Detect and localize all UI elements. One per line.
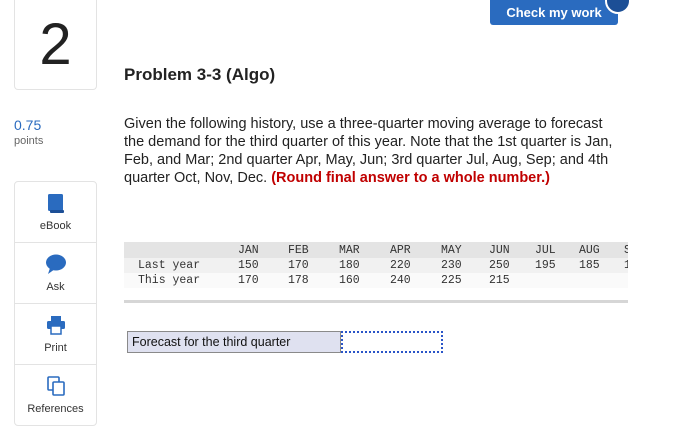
table-cell: 195	[535, 259, 556, 272]
table-cell: 160	[339, 274, 360, 287]
points-label: points	[14, 135, 44, 147]
ask-label: Ask	[46, 281, 65, 293]
table-row: This year 170 178 160 240 225 215	[124, 273, 628, 288]
table-row: Last year 150 170 180 220 230 250 195 18…	[124, 258, 628, 273]
forecast-answer-input[interactable]	[341, 331, 443, 353]
month-header: MAY	[441, 244, 462, 257]
table-cell: 230	[441, 259, 462, 272]
table-cell: 215	[489, 274, 510, 287]
month-header: MAR	[339, 244, 360, 257]
problem-title: Problem 3-3 (Algo)	[124, 65, 276, 84]
printer-icon	[46, 314, 66, 336]
check-my-work-button[interactable]: Check my work	[490, 0, 618, 25]
row-label: This year	[138, 274, 201, 287]
book-icon	[47, 192, 65, 214]
month-header: JAN	[238, 244, 259, 257]
problem-statement: Given the following history, use a three…	[124, 115, 624, 187]
table-cell: 1	[624, 258, 628, 273]
table-cell: 185	[579, 259, 600, 272]
points-value: 0.75	[14, 117, 42, 133]
table-cell: 225	[441, 274, 462, 287]
table-cell: 150	[238, 259, 259, 272]
table-cell: 180	[339, 259, 360, 272]
table-cell: 170	[238, 274, 259, 287]
ebook-label: eBook	[39, 220, 72, 232]
month-header: JUN	[489, 244, 510, 257]
table-cell: 240	[390, 274, 411, 287]
forecast-label: Forecast for the third quarter	[127, 331, 341, 353]
table-cell: 220	[390, 259, 411, 272]
month-header: AUG	[579, 244, 600, 257]
demand-history-table: JAN FEB MAR APR MAY JUN JUL AUG S Last y…	[124, 242, 628, 303]
table-cell: 178	[288, 274, 309, 287]
month-header: APR	[390, 244, 411, 257]
table-header-row: JAN FEB MAR APR MAY JUN JUL AUG S	[124, 242, 628, 258]
month-header: FEB	[288, 244, 309, 257]
month-header: S	[624, 243, 628, 258]
table-cell: 170	[288, 259, 309, 272]
print-button[interactable]: Print	[15, 304, 96, 365]
question-number: 2	[14, 0, 97, 90]
row-label: Last year	[138, 259, 201, 272]
ask-button[interactable]: Ask	[15, 243, 96, 304]
chat-bubble-icon	[45, 253, 67, 275]
table-cell: 250	[489, 259, 510, 272]
tools-panel: eBook Ask Print References	[14, 181, 97, 426]
print-label: Print	[44, 342, 67, 354]
ebook-button[interactable]: eBook	[15, 182, 96, 243]
month-header: JUL	[535, 244, 556, 257]
rounding-instruction: (Round final answer to a whole number.)	[271, 170, 550, 186]
copy-icon	[46, 375, 65, 397]
points-info: 0.75 points	[14, 117, 95, 147]
references-label: References	[27, 403, 84, 415]
references-button[interactable]: References	[15, 365, 96, 425]
